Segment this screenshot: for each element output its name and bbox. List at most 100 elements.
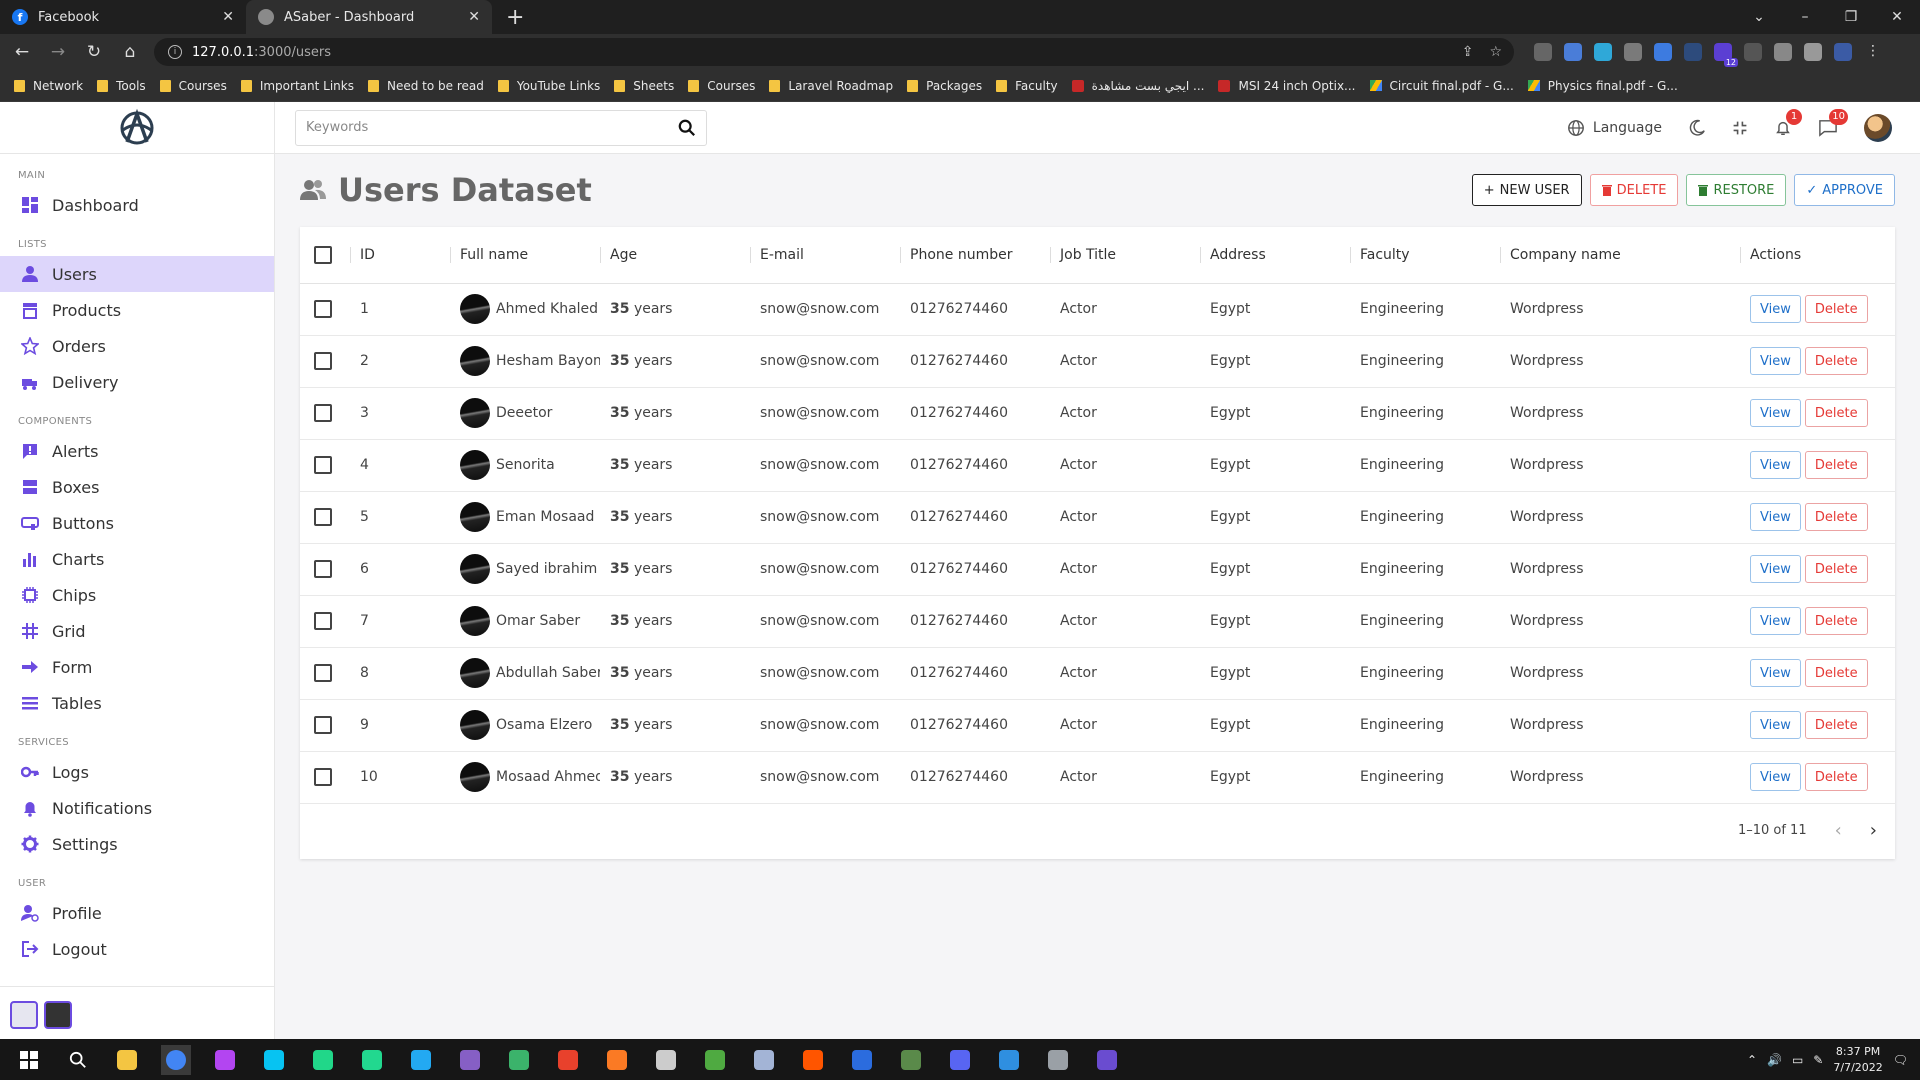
restore-icon[interactable]: ❐: [1828, 0, 1874, 34]
sidebar-item-dashboard[interactable]: Dashboard: [0, 187, 274, 223]
bookmark-item[interactable]: Need to be read: [367, 79, 484, 93]
table-row[interactable]: 3 Deeetor 35 years snow@snow.com 01276274460…: [300, 387, 1895, 440]
clion-icon[interactable]: [357, 1045, 387, 1075]
row-checkbox[interactable]: [314, 508, 332, 526]
view-button[interactable]: View: [1750, 607, 1801, 635]
sidebar-item-tables[interactable]: Tables: [0, 685, 274, 721]
column-header[interactable]: Faculty: [1350, 227, 1500, 284]
bookmark-star-icon[interactable]: ☆: [1489, 44, 1502, 60]
row-checkbox[interactable]: [314, 300, 332, 318]
sidebar-item-delivery[interactable]: Delivery: [0, 364, 274, 400]
view-button[interactable]: View: [1750, 451, 1801, 479]
table-row[interactable]: 5 Eman Mosaad 35 years snow@snow.com 0127627…: [300, 491, 1895, 544]
extension-badged-icon[interactable]: 12: [1714, 43, 1738, 67]
profile-extension-icon[interactable]: [1834, 43, 1852, 61]
translate-extension-icon[interactable]: [1564, 43, 1582, 61]
delete-row-button[interactable]: Delete: [1804, 295, 1868, 323]
select-all-checkbox[interactable]: [314, 245, 332, 264]
postman-icon[interactable]: [994, 1045, 1024, 1075]
clock[interactable]: 8:37 PM 7/7/2022: [1833, 1044, 1882, 1076]
light-theme-button[interactable]: [10, 1001, 38, 1029]
row-checkbox[interactable]: [314, 352, 332, 370]
globe-app-icon[interactable]: [504, 1045, 534, 1075]
network-icon[interactable]: ▭: [1792, 1053, 1803, 1067]
new-user-button[interactable]: + NEW USER: [1471, 174, 1582, 206]
dark-mode-icon[interactable]: [1688, 119, 1706, 137]
window-close-icon[interactable]: ✕: [1874, 0, 1920, 34]
sidebar-item-boxes[interactable]: Boxes: [0, 469, 274, 505]
notebook-icon[interactable]: [896, 1045, 926, 1075]
taskbar-search-icon[interactable]: [63, 1045, 93, 1075]
restore-button[interactable]: RESTORE: [1686, 174, 1787, 206]
bookmark-item[interactable]: Courses: [159, 79, 227, 93]
table-row[interactable]: 10 Mosaad Ahmed 35 years snow@snow.com 01276…: [300, 751, 1895, 804]
delete-row-button[interactable]: Delete: [1804, 451, 1868, 479]
table-row[interactable]: 2 Hesham Bayomi 35 years snow@snow.com 01276…: [300, 335, 1895, 388]
close-icon[interactable]: ✕: [222, 9, 234, 25]
row-checkbox[interactable]: [314, 404, 332, 422]
tray-chevron-icon[interactable]: ⌃: [1747, 1053, 1757, 1067]
table-row[interactable]: 1 Ahmed Khaled 35 years snow@snow.com 012762…: [300, 283, 1895, 336]
bookmark-item[interactable]: Laravel Roadmap: [769, 79, 893, 93]
webstorm-icon[interactable]: [259, 1045, 289, 1075]
bookmark-item[interactable]: ايجي بست مشاهدة ...: [1071, 79, 1204, 93]
home-icon[interactable]: ⌂: [116, 42, 144, 62]
row-checkbox[interactable]: [314, 560, 332, 578]
sidebar-item-chips[interactable]: Chips: [0, 577, 274, 613]
office-icon[interactable]: [553, 1045, 583, 1075]
delete-row-button[interactable]: Delete: [1804, 503, 1868, 531]
extension-icon[interactable]: [1684, 43, 1702, 61]
column-header[interactable]: Age: [600, 227, 750, 284]
chrome-icon[interactable]: [161, 1044, 191, 1075]
view-button[interactable]: View: [1750, 555, 1801, 583]
search-icon[interactable]: [678, 119, 696, 137]
sidebar-item-users[interactable]: Users: [0, 256, 274, 292]
visual-studio-icon[interactable]: [455, 1045, 485, 1075]
bookmark-item[interactable]: Courses: [688, 79, 755, 93]
table-row[interactable]: 8 Abdullah Saber 35 years snow@snow.com 0127…: [300, 647, 1895, 700]
soundcloud-icon[interactable]: [798, 1045, 828, 1075]
delete-row-button[interactable]: Delete: [1804, 555, 1868, 583]
close-icon[interactable]: ✕: [468, 9, 480, 25]
ride-icon[interactable]: [651, 1045, 681, 1075]
delete-row-button[interactable]: Delete: [1804, 711, 1868, 739]
bookmark-item[interactable]: Network: [14, 79, 83, 93]
sidebar-item-products[interactable]: Products: [0, 292, 274, 328]
column-header[interactable]: Phone number: [900, 227, 1050, 284]
row-checkbox[interactable]: [314, 664, 332, 682]
messages-button[interactable]: 10: [1818, 108, 1848, 137]
view-button[interactable]: View: [1750, 659, 1801, 687]
fullscreen-exit-icon[interactable]: [1732, 120, 1748, 136]
column-header[interactable]: Company name: [1500, 227, 1740, 284]
formula-extension-icon[interactable]: [1744, 43, 1762, 61]
extension-icon[interactable]: [1624, 43, 1642, 61]
dark-theme-button[interactable]: [44, 1001, 72, 1029]
cloud-app-icon[interactable]: [749, 1045, 779, 1075]
table-row[interactable]: 6 Sayed ibrahim 35 years snow@snow.com 01276…: [300, 543, 1895, 596]
windows-start-icon[interactable]: [14, 1045, 44, 1075]
table-row[interactable]: 7 Omar Saber 35 years snow@snow.com 01276274…: [300, 595, 1895, 648]
delete-button[interactable]: DELETE: [1589, 174, 1679, 206]
view-button[interactable]: View: [1750, 711, 1801, 739]
vscode-icon[interactable]: [406, 1045, 436, 1075]
bookmark-item[interactable]: Physics final.pdf - G...: [1527, 79, 1678, 93]
row-checkbox[interactable]: [314, 768, 332, 786]
xampp-icon[interactable]: [602, 1045, 632, 1075]
menu-dots-icon[interactable]: ⋮: [1864, 43, 1882, 61]
sidebar-item-logout[interactable]: Logout: [0, 931, 274, 967]
sidebar-item-settings[interactable]: Settings: [0, 826, 274, 862]
archive-icon[interactable]: [1043, 1045, 1073, 1075]
view-button[interactable]: View: [1750, 295, 1801, 323]
sidebar-item-form[interactable]: Form: [0, 649, 274, 685]
reload-icon[interactable]: ↻: [80, 42, 108, 62]
pen-icon[interactable]: ✎: [1813, 1053, 1823, 1067]
avatar[interactable]: [1864, 113, 1892, 142]
mongodb-icon[interactable]: [700, 1045, 730, 1075]
tab-search-icon[interactable]: ⌄: [1736, 0, 1782, 34]
puzzle-icon[interactable]: [1774, 43, 1792, 61]
extension-icon[interactable]: [1594, 43, 1612, 61]
extension-icon[interactable]: [1654, 43, 1672, 61]
approve-button[interactable]: ✓ APPROVE: [1794, 174, 1895, 206]
delete-row-button[interactable]: Delete: [1804, 763, 1868, 791]
column-header[interactable]: Address: [1200, 227, 1350, 284]
